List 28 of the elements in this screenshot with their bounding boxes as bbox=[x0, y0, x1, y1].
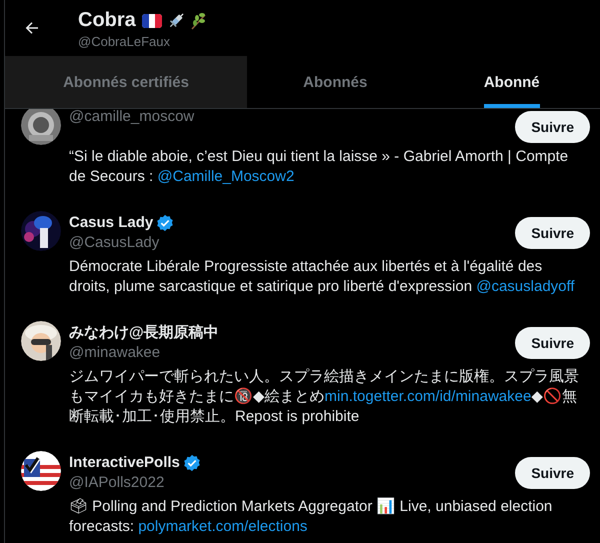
avatar[interactable] bbox=[21, 451, 61, 491]
follow-button[interactable]: Suivre bbox=[515, 327, 590, 359]
bio-link[interactable]: min.togetter.com/id/minawakee bbox=[324, 388, 532, 405]
avatar[interactable] bbox=[21, 109, 61, 145]
bio-link[interactable]: polymarket.com/elections bbox=[138, 518, 308, 535]
follow-button[interactable]: Suivre bbox=[515, 217, 590, 249]
user-handle: @CasusLady bbox=[69, 233, 160, 253]
bio-link[interactable]: @casusladyoff bbox=[476, 278, 575, 295]
user-handle: @IAPolls2022 bbox=[69, 473, 166, 493]
user-handle: @minawakee bbox=[69, 343, 162, 363]
flag-icon bbox=[140, 12, 163, 28]
user-bio: ジムワイパーで斬られたい人。スプラ絵描きメインたまに版権。スプラ風景もマイイカも好きたまに🔞◆絵まとめmin.togetter.com/id/minawakee◆🚫無断転載･加工･使用禁止。Repost is prohibite bbox=[69, 367, 580, 427]
follow-button[interactable]: Suivre bbox=[515, 457, 590, 489]
user-bio: “Si le diable aboie, c’est Dieu qui tient la laisse » - Gabriel Amorth | Compte de Secours : @Camille_Moscow2 bbox=[69, 147, 570, 187]
tab[interactable]: Abonnés certifiés bbox=[5, 56, 247, 108]
avatar[interactable] bbox=[21, 211, 61, 251]
user-name[interactable]: みなわけ@長期原稿中 bbox=[69, 323, 219, 343]
profile-name: Cobra bbox=[78, 9, 136, 32]
user-bio: Démocrate Libérale Progressiste attachée aux libertés et à l'égalité des droits, plume sarcastique et satirique pro liberté d'expression @casusladyoff bbox=[69, 257, 576, 297]
avatar[interactable] bbox=[21, 321, 61, 361]
user-name[interactable]: InteractivePolls bbox=[69, 453, 180, 473]
bio-link[interactable]: @Camille_Moscow2 bbox=[157, 168, 294, 185]
user-handle: @camille_moscow bbox=[69, 109, 194, 127]
follow-button[interactable]: Suivre bbox=[515, 111, 590, 143]
user-name[interactable]: Casus Lady bbox=[69, 213, 154, 233]
profile-handle: @CobraLeFaux bbox=[78, 34, 171, 48]
tab[interactable]: Abonnés bbox=[247, 56, 424, 108]
user-bio: 🗳 Polling and Prediction Markets Aggregator 📊 Live, unbiased election forecasts: polymarket.com/elections bbox=[69, 497, 554, 537]
